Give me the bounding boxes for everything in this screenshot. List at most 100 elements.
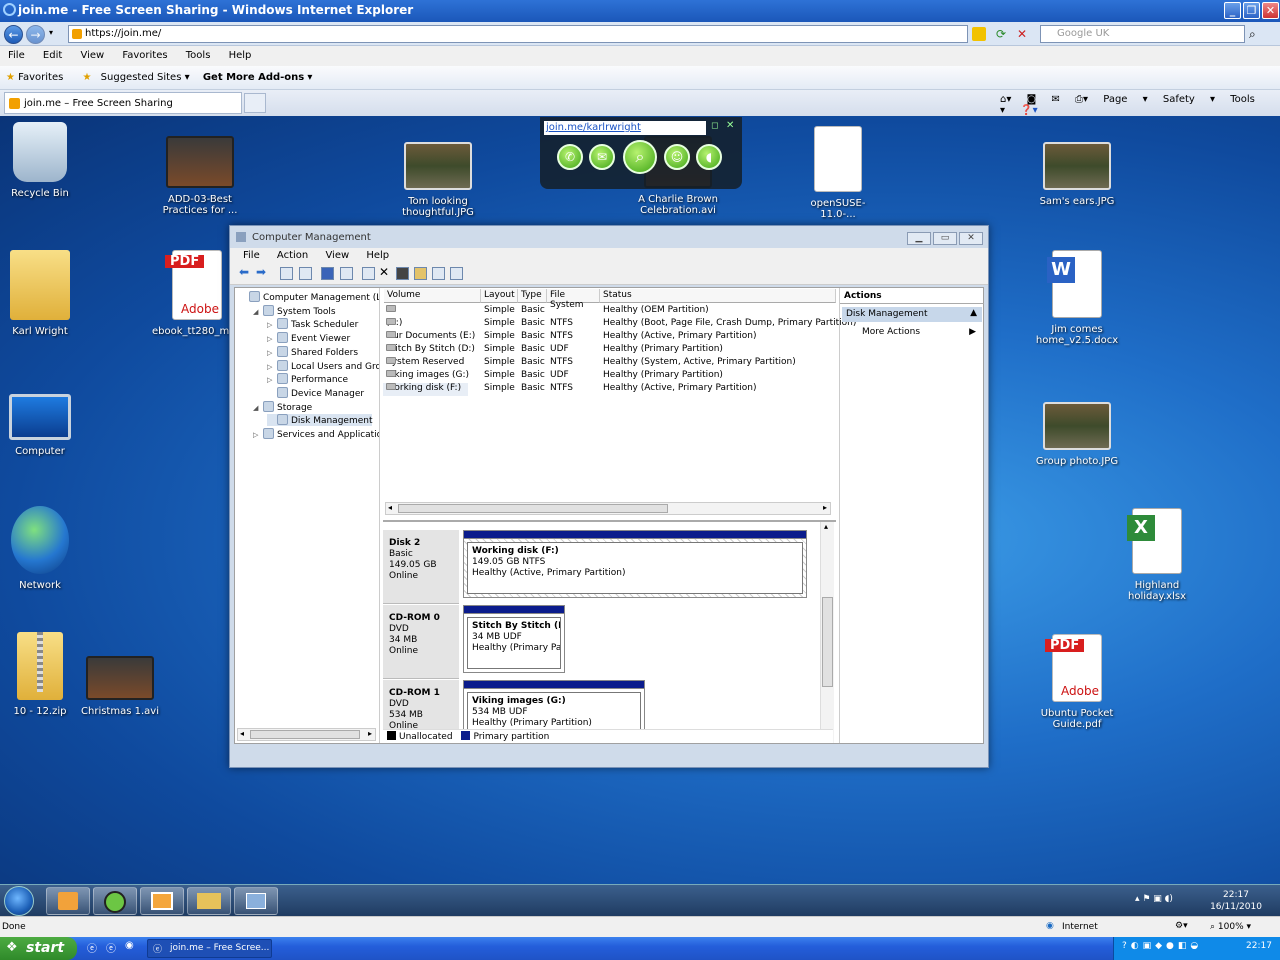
tree-expander-icon[interactable]: ◢ — [253, 308, 263, 316]
tree-item[interactable]: ▷ Shared Folders — [267, 345, 358, 358]
cm-minimize-button[interactable]: ▁ — [907, 232, 931, 245]
tree-item[interactable]: Computer Management (Local — [239, 291, 379, 303]
chat-icon[interactable]: ✉ — [589, 144, 615, 170]
cm-menu-help[interactable]: Help — [366, 250, 389, 261]
scrollbar-thumb[interactable] — [822, 597, 833, 687]
quicklaunch-ie2-icon[interactable]: ⓔ — [106, 940, 116, 955]
cm-menu-view[interactable]: View — [325, 250, 349, 261]
volume-row[interactable]: Our Documents (E:) Simple Basic NTFS Healthy… — [383, 331, 836, 344]
tree-expander-icon[interactable]: ◢ — [253, 404, 263, 412]
disk-2-label[interactable]: Disk 2 Basic 149.05 GB Online — [383, 530, 459, 604]
joinme-url-link[interactable]: join.me/karlrwright — [544, 121, 706, 135]
tree-item[interactable]: Disk Management — [267, 414, 373, 427]
page-menu[interactable]: Page ▾ — [1103, 94, 1147, 105]
joinme-restore-icon[interactable]: ◻ — [711, 121, 718, 131]
column-volume[interactable]: Volume — [384, 289, 481, 303]
tree-item[interactable]: Device Manager — [267, 386, 364, 399]
disk-vertical-scrollbar[interactable]: ▴ ▾ — [820, 522, 834, 743]
remote-clock[interactable]: 22:17 16/11/2010 — [1198, 889, 1274, 913]
desktop-icon-highland-holiday[interactable]: Highland holiday.xlsx — [1112, 508, 1202, 602]
menu-edit[interactable]: Edit — [43, 50, 62, 61]
cm-close-button[interactable]: ✕ — [959, 232, 983, 245]
new-tab-button[interactable] — [244, 93, 266, 113]
menu-favorites[interactable]: Favorites — [122, 50, 167, 61]
zone-label[interactable]: Internet — [1062, 922, 1098, 932]
tree-item[interactable]: ▷ Performance — [267, 373, 348, 385]
taskbar-computer-management-icon[interactable] — [234, 887, 278, 915]
windows-start-orb-icon[interactable] — [4, 886, 34, 916]
volume-row[interactable]: (C:) Simple Basic NTFS Healthy (Boot, Page F… — [383, 318, 856, 331]
quicklaunch-ie-icon[interactable]: ⓔ — [87, 940, 97, 955]
joinme-close-icon[interactable]: ✕ — [726, 120, 734, 131]
drive-properties-icon[interactable] — [450, 267, 463, 280]
desktop-icon-jim-comes-home[interactable]: Jim comes home_v2.5.docx — [1032, 250, 1122, 346]
refresh-icon[interactable]: ⟳ — [996, 27, 1010, 41]
show-hide-action-icon[interactable] — [340, 267, 353, 280]
cm-maximize-button[interactable]: ▭ — [933, 232, 957, 245]
tray-icons[interactable]: ?◐▣◆●◧◒ — [1122, 941, 1202, 951]
cm-menu-action[interactable]: Action — [277, 250, 308, 261]
taskbar-item-joinme[interactable]: ⓔ join.me – Free Scree... — [147, 939, 272, 958]
properties-icon[interactable] — [396, 267, 409, 280]
column-type[interactable]: Type — [518, 289, 547, 303]
desktop-icon-christmas[interactable]: Christmas 1.avi — [75, 656, 165, 717]
collapse-icon[interactable]: ▲ — [970, 308, 977, 318]
desktop-icon-group-photo[interactable]: Group photo.JPG — [1032, 396, 1122, 467]
tree-horizontal-scrollbar[interactable]: ◂ ▸ — [237, 728, 376, 741]
minimize-button[interactable]: _ — [1224, 2, 1241, 19]
volume-horizontal-scrollbar[interactable]: ◂ ▸ — [385, 502, 831, 515]
tree-expander-icon[interactable]: ▷ — [253, 431, 263, 439]
scrollbar-thumb[interactable] — [398, 504, 668, 513]
desktop-icon-karl-wright[interactable]: Karl Wright — [0, 250, 85, 337]
help-icon[interactable]: ❓▾ — [1020, 105, 1037, 116]
volume-row[interactable]: Simple Basic Healthy (OEM Partition) — [383, 305, 836, 318]
tree-item[interactable]: ▷ Services and Applications — [253, 428, 379, 440]
volume-row[interactable]: Viking images (G:) Simple Basic UDF Healthy … — [383, 370, 836, 383]
participants-icon[interactable]: ☺ — [664, 144, 690, 170]
taskbar-explorer-icon[interactable] — [187, 887, 231, 915]
actions-disk-management[interactable]: Disk Management ▲ — [842, 307, 982, 322]
tree-item[interactable]: ▷ Local Users and Groups — [267, 359, 379, 372]
forward-arrow-icon[interactable]: ➡ — [256, 266, 269, 280]
zoom-control[interactable]: ⌕ 100% ▾ — [1210, 922, 1251, 932]
tree-item[interactable]: ◢ System Tools — [253, 304, 336, 317]
url-input[interactable]: https://join.me/ — [68, 25, 968, 43]
tree-expander-icon[interactable]: ▷ — [267, 321, 277, 329]
column-layout[interactable]: Layout — [481, 289, 518, 303]
tab-joinme[interactable]: join.me – Free Screen Sharing — [4, 92, 242, 114]
search-icon[interactable] — [432, 267, 445, 280]
column-file-system[interactable]: File System — [547, 289, 600, 310]
desktop-icon-recycle-bin[interactable]: Recycle Bin — [0, 122, 85, 199]
tree-expander-icon[interactable]: ▷ — [267, 335, 277, 343]
tree-item[interactable]: ▷ Task Scheduler — [267, 318, 358, 330]
refresh-icon[interactable] — [362, 267, 375, 280]
volume-row[interactable]: Stitch By Stitch (D:) Simple Basic UDF Healt… — [383, 344, 836, 357]
volume-row[interactable]: System Reserved Simple Basic NTFS Healthy (S… — [383, 357, 836, 370]
protected-mode-icon[interactable]: ⚙▾ — [1175, 921, 1188, 931]
desktop-icon-sams-ears[interactable]: Sam's ears.JPG — [1032, 136, 1122, 207]
more-actions-item[interactable]: More Actions ▶ — [862, 326, 980, 340]
desktop-icon-zip[interactable]: 10 - 12.zip — [0, 632, 85, 717]
back-button[interactable]: ← — [4, 25, 23, 44]
phone-icon[interactable]: ✆ — [557, 144, 583, 170]
search-input[interactable]: Google UK — [1040, 25, 1245, 43]
partition-working-disk[interactable]: Working disk (F:) 149.05 GB NTFS Healthy… — [463, 530, 807, 598]
suggested-sites-link[interactable]: Suggested Sites — [101, 72, 182, 83]
forward-button[interactable]: → — [26, 25, 45, 44]
desktop-icon-ubuntu-guide[interactable]: AdobeUbuntu Pocket Guide.pdf — [1032, 634, 1122, 730]
read-mail-icon[interactable]: ✉ — [1051, 94, 1059, 105]
tree-item[interactable]: ▷ Event Viewer — [267, 332, 350, 344]
help-book-icon[interactable] — [321, 267, 334, 280]
desktop-icon-network[interactable]: Network — [0, 506, 85, 591]
taskbar-app-icon[interactable] — [140, 887, 184, 915]
volume-row[interactable]: Working disk (F:) Simple Basic NTFS Healthy … — [383, 383, 756, 396]
show-hide-tree-icon[interactable] — [299, 267, 312, 280]
close-button[interactable]: ✕ — [1262, 2, 1279, 19]
taskbar-spotify-icon[interactable] — [93, 887, 137, 915]
lock-icon[interactable] — [972, 27, 986, 41]
cdrom-0-label[interactable]: CD-ROM 0 DVD 34 MB Online — [383, 605, 459, 679]
get-addons-link[interactable]: Get More Add-ons — [203, 72, 304, 83]
desktop-icon-computer[interactable]: Computer — [0, 386, 85, 457]
desktop-icon-opensuse[interactable]: openSUSE-11.0-... — [793, 126, 883, 220]
feeds-icon[interactable]: ◙ — [1027, 94, 1037, 105]
